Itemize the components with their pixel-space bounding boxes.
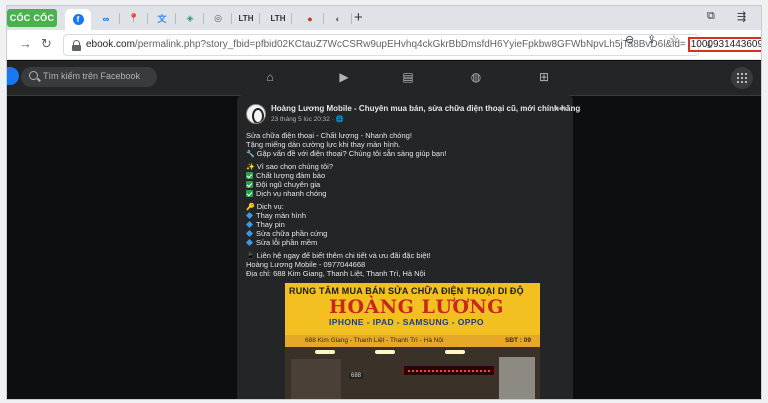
gaming-icon[interactable]: ⊞ — [537, 70, 551, 84]
tab-cocoa[interactable]: ◐ — [325, 9, 352, 28]
tab-lth-2[interactable]: LTH — [265, 9, 292, 28]
shop-interior: 688 — [285, 347, 540, 399]
marketplace-icon[interactable]: ▤ — [401, 70, 415, 84]
translate-icon: 文 — [157, 14, 167, 24]
back-arrow-icon[interactable]: → — [19, 36, 32, 51]
lth-icon: LTH — [238, 14, 254, 23]
cocoa-icon: ◐ — [335, 13, 341, 24]
post-line: ✨ Vì sao chọn chúng tôi? — [246, 162, 334, 171]
post-line: 🔧 Gặp vấn đề với điện thoại? Chúng tôi sẵ… — [246, 149, 447, 158]
address-bar[interactable]: ebook.com/permalink.php?story_fbid=pfbid… — [63, 34, 761, 56]
search-icon — [29, 71, 38, 80]
post-line: Tặng miếng dán cường lực khi thay màn hì… — [246, 140, 401, 149]
facebook-icon: f — [72, 14, 84, 25]
tab-diamond[interactable]: ◈ — [177, 9, 204, 28]
post-timestamp[interactable]: 23 tháng 5 lúc 20:32 · 🌐 — [271, 115, 344, 123]
facebook-search[interactable]: Tìm kiếm trên Facebook — [21, 67, 157, 87]
home-icon[interactable]: ⌂ — [263, 70, 277, 84]
blue-diamond-icon — [245, 211, 254, 220]
tab-lth-1[interactable]: LTH — [233, 9, 260, 28]
post-line: Dịch vụ nhanh chóng — [246, 189, 566, 198]
cast-icon[interactable]: ⧉ — [707, 10, 715, 23]
blue-diamond-icon — [245, 229, 254, 238]
globe-icon: ◎ — [214, 13, 222, 23]
more-options-icon[interactable]: ••• — [555, 103, 567, 115]
share-icon[interactable]: ⇪ — [647, 33, 656, 46]
sparkles-icon: ✨ — [246, 164, 255, 171]
lock-icon — [72, 40, 81, 51]
banner-address-strip: 688 Kim Giang - Thanh Liệt - Thanh Trì -… — [285, 335, 540, 347]
banner-address: 688 Kim Giang - Thanh Liệt - Thanh Trì -… — [305, 337, 444, 344]
url-highlight-id: 100093144360985 — [687, 37, 761, 52]
post-line: Đội ngũ chuyên gia — [246, 180, 566, 189]
new-tab-button[interactable]: + — [354, 9, 363, 26]
menu-grid-icon[interactable] — [731, 67, 753, 89]
tab-search-icon[interactable]: ⇶ — [737, 10, 746, 23]
screenshot-frame: CỐC CỐC f ∞ 📍 文 ◈ ◎ LTH LTH ● ◐ + ⧉ ⇶ → … — [0, 0, 768, 403]
check-icon — [246, 190, 253, 197]
post-line: Thay pin — [245, 220, 566, 229]
maps-pin-icon: 📍 — [128, 13, 140, 23]
phone-icon: 📱 — [246, 253, 255, 260]
lth-icon: LTH — [270, 14, 286, 23]
blue-diamond-icon — [245, 238, 254, 247]
post-line: Sửa chữa phần cứng — [245, 229, 566, 238]
banner-heading: RUNG TÂM MUA BÁN SỬA CHỮA ĐIỆN THOẠI DI … — [289, 286, 524, 296]
post-line: Sửa lỗi phần mềm — [245, 238, 566, 247]
post-body: Sửa chữa điện thoại - Chất lượng - Nhanh… — [245, 131, 566, 278]
fridge — [499, 357, 535, 399]
download-icon[interactable]: ⤓ — [707, 39, 712, 52]
tab-meta[interactable]: ∞ — [93, 9, 120, 28]
post-line: Hoàng Lương Mobile - 0977044668 — [246, 260, 366, 269]
check-icon — [246, 172, 253, 179]
mushroom-icon: ● — [307, 13, 313, 24]
tab-globe[interactable]: ◎ — [205, 9, 232, 28]
browser-window: CỐC CỐC f ∞ 📍 文 ◈ ◎ LTH LTH ● ◐ + ⧉ ⇶ → … — [6, 5, 762, 400]
house-number-tag: 688 — [349, 373, 364, 379]
url-path: /permalink.php?story_fbid=pfbid02KCtauZ7… — [134, 39, 686, 50]
reload-icon[interactable]: ↻ — [41, 36, 52, 52]
page-avatar[interactable] — [246, 104, 266, 124]
url-text: ebook.com/permalink.php?story_fbid=pfbid… — [86, 37, 761, 52]
post-line: Địa chỉ: 688 Kim Giang, Thanh Liệt, Than… — [246, 269, 426, 278]
shop-banner: RUNG TÂM MUA BÁN SỬA CHỮA ĐIỆN THOẠI DI … — [285, 283, 540, 335]
tab-maps[interactable]: 📍 — [121, 9, 148, 28]
post-line: Sửa chữa điện thoại - Chất lượng - Nhanh… — [246, 131, 412, 140]
url-domain: ebook.com — [86, 39, 135, 50]
browser-toolbar: → ↻ ebook.com/permalink.php?story_fbid=p… — [7, 30, 761, 60]
banner-shop-name: HOÀNG LƯƠNG — [329, 296, 505, 318]
post-line: Chất lượng đảm bảo — [246, 171, 566, 180]
facebook-header: Tìm kiếm trên Facebook ⌂ ▶ ▤ ◍ ⊞ — [7, 61, 761, 96]
key-icon: 🔑 — [246, 204, 255, 211]
search-placeholder: Tìm kiếm trên Facebook — [43, 71, 141, 81]
tab-translate[interactable]: 文 — [149, 9, 176, 28]
shelf — [291, 359, 341, 399]
wrench-icon: 🔧 — [246, 151, 255, 158]
tab-facebook[interactable]: f — [65, 9, 91, 30]
post-line: 🔑 Dịch vụ: — [246, 202, 284, 211]
post-photo[interactable]: RUNG TÂM MUA BÁN SỬA CHỮA ĐIỆN THOẠI DI … — [285, 283, 540, 399]
facebook-post: Hoàng Lương Mobile - Chuyên mua bán, sửa… — [237, 95, 580, 399]
tab-mushroom[interactable]: ● — [297, 9, 324, 28]
facebook-logo-icon[interactable] — [7, 67, 19, 85]
post-author[interactable]: Hoàng Lương Mobile - Chuyên mua bán, sửa… — [271, 104, 580, 113]
bookmark-star-icon[interactable]: ☆ — [669, 33, 679, 46]
led-sign — [403, 365, 495, 376]
post-line: Thay màn hình — [245, 211, 566, 220]
post-line: 📱 Liên hệ ngay để biết thêm chi tiết và ư… — [246, 251, 431, 260]
diamond-icon: ◈ — [186, 13, 194, 23]
meta-icon: ∞ — [102, 13, 110, 24]
tab-strip: CỐC CỐC f ∞ 📍 文 ◈ ◎ LTH LTH ● ◐ + ⧉ ⇶ — [7, 6, 761, 30]
blue-diamond-icon — [245, 220, 254, 229]
groups-icon[interactable]: ◍ — [469, 70, 483, 84]
zoom-icon[interactable]: ⊖ — [625, 33, 634, 46]
banner-phone: SĐT : 09 — [505, 337, 532, 344]
video-icon[interactable]: ▶ — [337, 70, 351, 84]
coccoc-logo[interactable]: CỐC CỐC — [7, 9, 57, 27]
check-icon — [246, 181, 253, 188]
banner-products: IPHONE - IPAD - SAMSUNG - OPPO — [329, 317, 484, 327]
